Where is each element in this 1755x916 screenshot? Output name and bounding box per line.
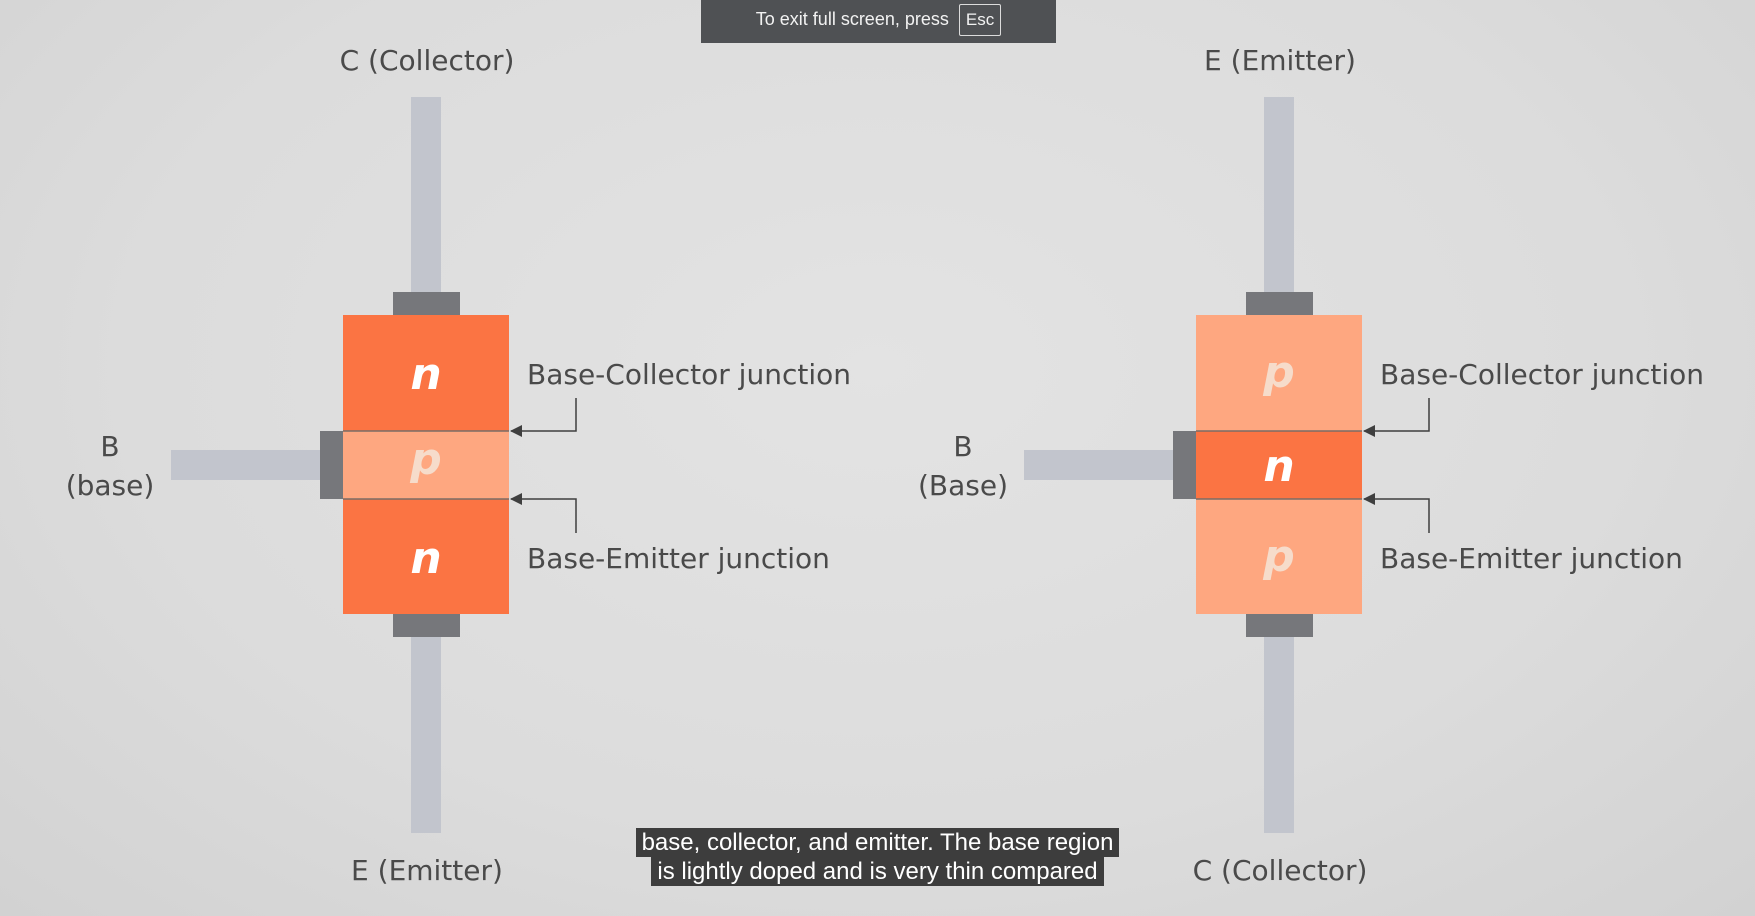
npn-base-lead bbox=[171, 450, 323, 480]
npn-base-emitter-arrow bbox=[510, 493, 577, 533]
esc-key-hint: Esc bbox=[958, 3, 1002, 36]
caption-window[interactable]: base, collector, and emitter. The base r… bbox=[0, 828, 1755, 886]
npn-base-name: (base) bbox=[66, 469, 155, 502]
pnp-collector-region-label: p bbox=[1262, 531, 1295, 582]
npn-base-emitter-junction-label: Base-Emitter junction bbox=[527, 542, 830, 575]
pnp-base-contact bbox=[1173, 431, 1197, 499]
pnp-base-emitter-junction-label: Base-Emitter junction bbox=[1380, 542, 1683, 575]
npn-emitter-region-label: n bbox=[410, 533, 441, 584]
pnp-base-emitter-arrow bbox=[1363, 493, 1430, 533]
npn-base-collector-junction-label: Base-Collector junction bbox=[527, 358, 851, 391]
pnp-emitter-contact bbox=[1246, 292, 1313, 316]
caption-line-2: is lightly doped and is very thin compar… bbox=[651, 857, 1104, 886]
video-frame[interactable]: n p n C (Collector) E (Emitter) B (base)… bbox=[0, 0, 1755, 916]
pnp-base-letter: B bbox=[953, 430, 972, 463]
pnp-transistor-diagram: p n p E (Emitter) C (Collector) B (Base)… bbox=[918, 44, 1704, 887]
fullscreen-exit-text: To exit full screen, press bbox=[755, 9, 949, 29]
npn-emitter-lead bbox=[411, 635, 441, 833]
npn-transistor-diagram: n p n C (Collector) E (Emitter) B (base)… bbox=[66, 44, 851, 887]
pnp-emitter-lead bbox=[1264, 97, 1294, 293]
pnp-collector-contact bbox=[1246, 613, 1313, 637]
npn-emitter-contact bbox=[393, 613, 460, 637]
pnp-base-lead bbox=[1024, 450, 1176, 480]
npn-base-collector-arrow bbox=[510, 398, 577, 437]
pnp-base-collector-arrow bbox=[1363, 398, 1430, 437]
npn-base-contact bbox=[320, 431, 344, 499]
npn-base-letter: B bbox=[100, 430, 119, 463]
pnp-base-region-label: n bbox=[1263, 441, 1294, 492]
caption-line-1: base, collector, and emitter. The base r… bbox=[635, 828, 1120, 857]
pnp-base-collector-junction-label: Base-Collector junction bbox=[1380, 358, 1704, 391]
fullscreen-exit-notification: To exit full screen, press Esc bbox=[701, 0, 1056, 43]
transistor-diagrams: n p n C (Collector) E (Emitter) B (base)… bbox=[66, 44, 1704, 887]
pnp-emitter-region-label: p bbox=[1262, 347, 1295, 398]
pnp-collector-lead bbox=[1264, 635, 1294, 833]
pnp-top-terminal-label: E (Emitter) bbox=[1204, 44, 1356, 77]
npn-base-region-label: p bbox=[409, 434, 442, 485]
npn-collector-lead bbox=[411, 97, 441, 293]
npn-collector-region-label: n bbox=[410, 349, 441, 400]
npn-top-terminal-label: C (Collector) bbox=[340, 44, 515, 77]
pnp-base-name: (Base) bbox=[918, 469, 1008, 502]
npn-collector-contact bbox=[393, 292, 460, 316]
